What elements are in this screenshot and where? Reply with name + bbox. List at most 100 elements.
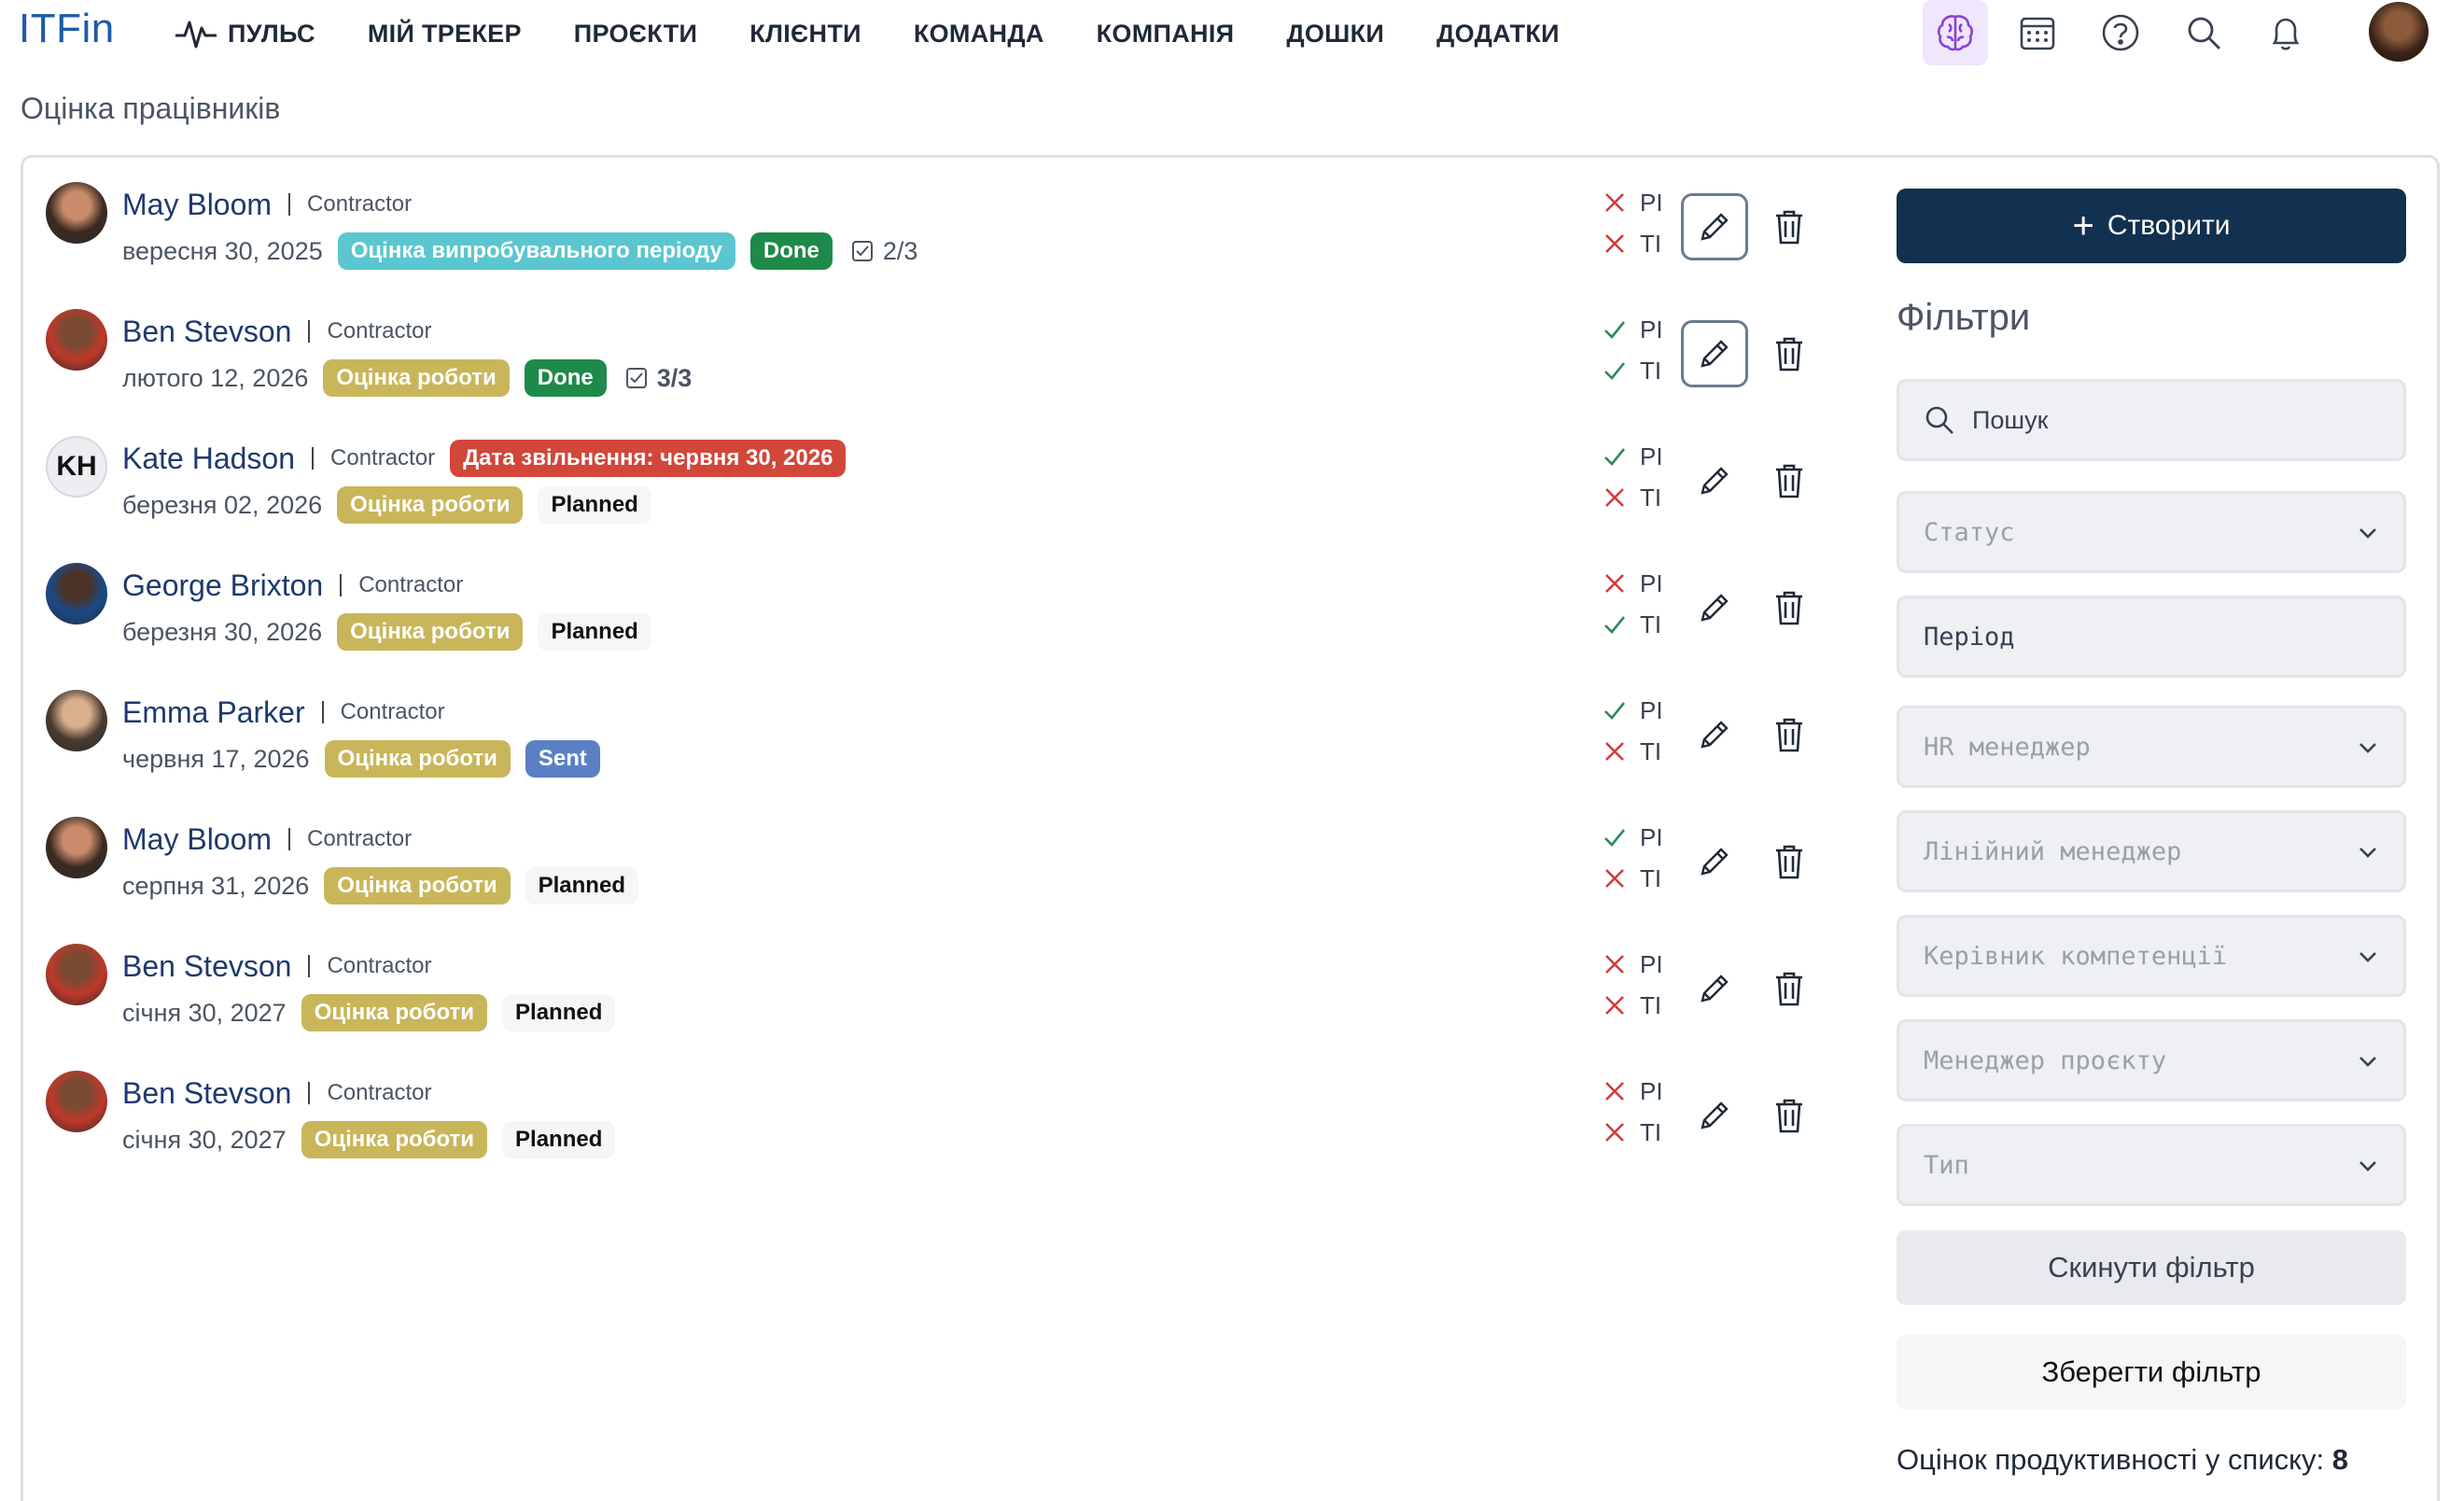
evaluation-date: січня 30, 2027 — [122, 998, 287, 1027]
type-select[interactable]: Тип — [1897, 1124, 2406, 1206]
competence-placeholder: Керівник компетенції — [1924, 941, 2228, 971]
divider — [312, 447, 315, 470]
nav-item-projects[interactable]: ПРОЄКТИ — [574, 20, 697, 49]
delete-button[interactable] — [1761, 955, 1817, 1022]
pi-label: PI — [1640, 695, 1663, 724]
nav-item-company[interactable]: КОМПАНІЯ — [1097, 20, 1235, 49]
delete-button[interactable] — [1761, 828, 1817, 895]
employee-role: Contractor — [340, 699, 445, 724]
nav-item-apps[interactable]: ДОДАТКИ — [1436, 20, 1560, 49]
evaluation-row: KH Kate Hadson Contractor Дата звільнення: … — [46, 419, 1838, 546]
trash-icon — [1776, 972, 1802, 1006]
employee-name[interactable]: Ben Stevson — [122, 949, 291, 984]
reset-filter-button[interactable]: Скинути фільтр — [1897, 1230, 2406, 1305]
evaluation-date: січня 30, 2027 — [122, 1125, 287, 1154]
hr-manager-select[interactable]: HR менеджер — [1897, 706, 2406, 788]
employee-role: Contractor — [327, 1080, 432, 1105]
employee-role: Contractor — [307, 826, 413, 851]
nav-item-clients[interactable]: КЛІЄНТИ — [749, 20, 861, 49]
project-manager-select[interactable]: Менеджер проєкту — [1897, 1019, 2406, 1101]
employee-name[interactable]: George Brixton — [122, 568, 323, 603]
bell-icon[interactable] — [2253, 0, 2318, 65]
count-label: Оцінок продуктивності у списку: — [1897, 1443, 2325, 1476]
search-input[interactable]: Пошук — [1897, 379, 2406, 461]
chevron-down-icon — [2359, 952, 2376, 962]
delete-button[interactable] — [1761, 447, 1817, 514]
name-line: Kate Hadson Contractor Дата звільнення: че… — [122, 438, 861, 479]
edit-button[interactable] — [1681, 955, 1748, 1022]
ti-indicator: TI — [1603, 479, 1687, 516]
progress-value: 3/3 — [656, 363, 693, 392]
edit-button[interactable] — [1681, 447, 1748, 514]
employee-name[interactable]: Ben Stevson — [122, 315, 291, 349]
ti-indicator: TI — [1603, 352, 1687, 389]
details-line: вересня 30, 2025 Оцінка випробувального п… — [122, 231, 917, 272]
pencil-icon — [1701, 213, 1729, 241]
evaluation-date: серпня 31, 2026 — [122, 871, 310, 900]
search-icon[interactable] — [2171, 0, 2236, 65]
help-icon[interactable] — [2088, 0, 2153, 65]
calendar-icon[interactable] — [2005, 0, 2070, 65]
pencil-icon — [1701, 975, 1729, 1003]
ti-indicator: TI — [1603, 987, 1687, 1024]
divider — [308, 320, 311, 343]
cross-icon — [1605, 1123, 1624, 1142]
nav-item-pulse[interactable]: ПУЛЬС — [174, 15, 315, 52]
status-select[interactable]: Статус — [1897, 491, 2406, 573]
create-button[interactable]: + Створити — [1897, 189, 2406, 263]
employee-name[interactable]: May Bloom — [122, 188, 272, 222]
status-badge: Planned — [502, 1121, 616, 1158]
cross-icon — [1605, 234, 1624, 253]
evaluation-row: May Bloom Contractor вересня 30, 2025 Оцінк… — [46, 165, 1838, 292]
app-logo[interactable]: ITFin — [19, 6, 115, 52]
hr-placeholder: HR менеджер — [1924, 732, 2091, 762]
brain-icon[interactable] — [1923, 0, 1988, 65]
pi-indicator: PI — [1603, 184, 1687, 221]
nav-item-boards[interactable]: ДОШКИ — [1286, 20, 1384, 49]
divider — [321, 701, 324, 723]
type-placeholder: Тип — [1924, 1150, 1969, 1180]
competence-lead-select[interactable]: Керівник компетенції — [1897, 915, 2406, 997]
avatar — [46, 182, 107, 244]
employee-role: Contractor — [330, 445, 436, 470]
delete-button[interactable] — [1761, 193, 1817, 260]
check-icon — [1604, 362, 1626, 380]
trash-icon — [1776, 210, 1802, 245]
pi-indicator: PI — [1603, 692, 1687, 729]
edit-button[interactable] — [1681, 701, 1748, 768]
check-icon — [1604, 448, 1626, 466]
edit-button[interactable] — [1681, 193, 1748, 260]
ti-label: TI — [1640, 863, 1662, 892]
employee-name[interactable]: May Bloom — [122, 822, 272, 857]
nav-item-team[interactable]: КОМАНДА — [914, 20, 1044, 49]
edit-button[interactable] — [1681, 828, 1748, 895]
divider — [308, 1082, 311, 1104]
save-filter-button[interactable]: Зберегти фільтр — [1897, 1335, 2406, 1410]
user-avatar[interactable] — [2369, 2, 2429, 62]
delete-button[interactable] — [1761, 1082, 1817, 1149]
evaluation-type-badge: Оцінка роботи — [324, 740, 511, 778]
employee-name[interactable]: Kate Hadson — [122, 442, 295, 476]
check-icon — [1604, 616, 1626, 634]
ti-label: TI — [1640, 736, 1662, 765]
evaluation-type-badge: Оцінка роботи — [301, 1121, 488, 1158]
ti-label: TI — [1640, 483, 1662, 512]
evaluation-row: Ben Stevson Contractor лютого 12, 2026 Оцін… — [46, 292, 1838, 419]
evaluation-date: березня 30, 2026 — [122, 617, 323, 646]
edit-button[interactable] — [1681, 574, 1748, 641]
pencil-icon — [1701, 848, 1729, 876]
period-input[interactable]: Період — [1897, 596, 2406, 678]
employee-name[interactable]: Emma Parker — [122, 695, 305, 730]
edit-button[interactable] — [1681, 320, 1748, 387]
delete-button[interactable] — [1761, 574, 1817, 641]
nav-item-my-tracker[interactable]: МІЙ ТРЕКЕР — [368, 20, 522, 49]
edit-button[interactable] — [1681, 1082, 1748, 1149]
checklist-progress: 2/3 — [851, 237, 917, 266]
employee-name[interactable]: Ben Stevson — [122, 1076, 291, 1111]
ti-indicator: TI — [1603, 860, 1687, 897]
delete-button[interactable] — [1761, 320, 1817, 387]
name-line: Ben Stevson Contractor — [122, 1073, 432, 1114]
line-manager-select[interactable]: Лінійний менеджер — [1897, 810, 2406, 892]
delete-button[interactable] — [1761, 701, 1817, 768]
details-line: січня 30, 2027 Оцінка роботи Planned — [122, 1119, 630, 1160]
